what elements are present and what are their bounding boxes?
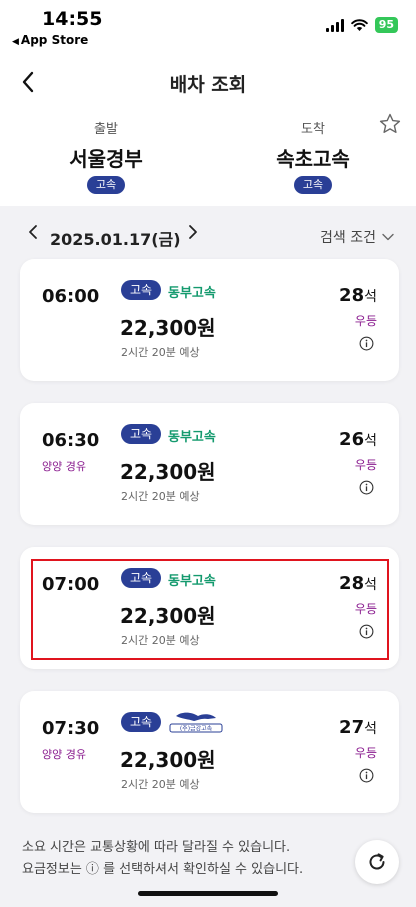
fare-notice: 요금정보는 ⓘ 를 선택하셔서 확인하실 수 있습니다. bbox=[22, 862, 304, 877]
departure-badge: 고속 bbox=[86, 176, 126, 194]
bus-grade: 우등 bbox=[354, 314, 377, 328]
filter-label: 검색 조건 bbox=[320, 230, 376, 246]
seat-count: 28 bbox=[339, 573, 365, 594]
arrival-caption: 도착 bbox=[301, 122, 325, 137]
remaining-seats: 28석 bbox=[339, 573, 377, 594]
bus-card[interactable]: 07:00 고속 동부고속 22,300원 2시간 20분 예상 28석 우등 bbox=[20, 547, 399, 669]
departure-terminal: 출발 서울경부 고속 bbox=[36, 118, 176, 194]
info-icon[interactable] bbox=[359, 336, 374, 351]
star-icon bbox=[379, 113, 401, 133]
departure-caption: 출발 bbox=[94, 122, 118, 137]
duration: 2시간 20분 예상 bbox=[121, 634, 200, 647]
bus-company: 동부고속 bbox=[168, 430, 216, 445]
bus-card[interactable]: 06:00 고속 동부고속 22,300원 2시간 20분 예상 28석 우등 bbox=[20, 259, 399, 381]
remaining-seats: 26석 bbox=[339, 429, 377, 450]
bus-card[interactable]: 06:30 양양 경유 고속 동부고속 22,300원 2시간 20분 예상 2… bbox=[20, 403, 399, 525]
refresh-icon bbox=[369, 853, 385, 870]
status-time: 14:55 bbox=[42, 8, 103, 30]
arrival-terminal: 도착 속초고속 고속 bbox=[243, 118, 383, 194]
signal-icon bbox=[325, 18, 344, 32]
fare: 22,300원 bbox=[120, 316, 216, 340]
search-filter-button[interactable]: 검색 조건 bbox=[320, 227, 394, 247]
departure-time: 06:30 bbox=[42, 430, 100, 451]
seat-unit: 석 bbox=[364, 433, 377, 449]
status-icons: 95 bbox=[325, 17, 398, 33]
chevron-left-icon bbox=[29, 225, 37, 239]
bus-type-badge: 고속 bbox=[121, 280, 162, 300]
via-stop: 양양 경유 bbox=[42, 460, 86, 473]
seat-count: 26 bbox=[339, 429, 365, 450]
departure-time: 07:00 bbox=[42, 574, 100, 595]
date-bar: 2025.01.17(금) 검색 조건 bbox=[0, 206, 416, 256]
chevron-down-icon bbox=[382, 233, 394, 241]
favorite-button[interactable] bbox=[378, 112, 402, 136]
fare: 22,300원 bbox=[120, 748, 216, 772]
via-stop: 양양 경유 bbox=[42, 748, 86, 761]
wifi-icon bbox=[350, 18, 368, 31]
bus-company: 동부고속 bbox=[168, 286, 216, 301]
departure-time: 06:00 bbox=[42, 286, 100, 307]
seat-unit: 석 bbox=[364, 577, 377, 593]
seat-unit: 석 bbox=[364, 289, 377, 305]
bus-company: 동부고속 bbox=[168, 574, 216, 589]
next-date-button[interactable] bbox=[182, 222, 202, 242]
refresh-button[interactable] bbox=[355, 840, 399, 884]
chevron-right-icon bbox=[189, 225, 197, 239]
fare: 22,300원 bbox=[120, 460, 216, 484]
remaining-seats: 28석 bbox=[339, 285, 377, 306]
bus-type-badge: 고속 bbox=[121, 568, 162, 588]
bus-company-logo: (주)금강고속 bbox=[169, 712, 223, 733]
departure-name: 서울경부 bbox=[69, 147, 143, 171]
info-icon[interactable] bbox=[359, 624, 374, 639]
fare: 22,300원 bbox=[120, 604, 216, 628]
arrival-badge: 고속 bbox=[293, 176, 333, 194]
home-indicator bbox=[138, 891, 278, 896]
battery-indicator: 95 bbox=[374, 17, 398, 33]
bus-grade: 우등 bbox=[354, 602, 377, 616]
bus-grade: 우등 bbox=[354, 458, 377, 472]
svg-text:(주)금강고속: (주)금강고속 bbox=[180, 725, 213, 733]
duration: 2시간 20분 예상 bbox=[121, 346, 200, 359]
info-icon[interactable] bbox=[359, 480, 374, 495]
back-to-app-link[interactable]: ◀ App Store bbox=[12, 33, 88, 47]
seat-count: 28 bbox=[339, 285, 365, 306]
duration-notice: 소요 시간은 교통상황에 따라 달라질 수 있습니다. bbox=[22, 840, 291, 855]
info-icon[interactable] bbox=[359, 768, 374, 783]
seat-unit: 석 bbox=[364, 721, 377, 737]
bus-grade: 우등 bbox=[354, 746, 377, 760]
duration: 2시간 20분 예상 bbox=[121, 490, 200, 503]
bus-card[interactable]: 07:30 양양 경유 고속 (주)금강고속 22,300원 2시간 20분 예… bbox=[20, 691, 399, 813]
bus-type-badge: 고속 bbox=[121, 712, 162, 732]
departure-time: 07:30 bbox=[42, 718, 100, 739]
remaining-seats: 27석 bbox=[339, 717, 377, 738]
bus-type-badge: 고속 bbox=[121, 424, 162, 444]
back-app-label: App Store bbox=[20, 33, 89, 47]
duration: 2시간 20분 예상 bbox=[121, 778, 200, 791]
previous-date-button[interactable] bbox=[24, 222, 44, 242]
page-title: 배차 조회 bbox=[169, 74, 247, 96]
arrival-name: 속초고속 bbox=[276, 147, 350, 171]
back-triangle-icon: ◀ bbox=[12, 37, 19, 47]
selected-date: 2025.01.17(금) bbox=[50, 230, 181, 249]
seat-count: 27 bbox=[339, 717, 365, 738]
